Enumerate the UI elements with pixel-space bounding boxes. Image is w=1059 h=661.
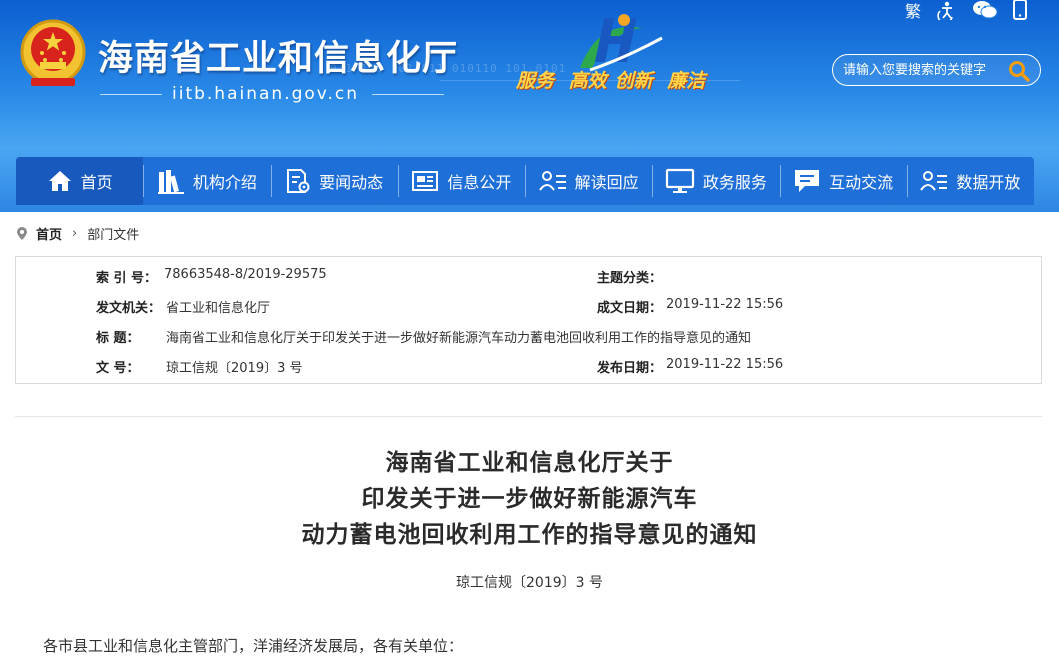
main-nav: 首页 机构介绍 要闻动态 信息公开 解读回应 政务服务 互动交流 数据开放 bbox=[16, 157, 1034, 205]
nav-label: 首页 bbox=[80, 173, 113, 192]
metadata-row: 索 引 号： 78663548-8/2019-29575 主题分类： bbox=[16, 267, 1041, 287]
mobile-icon[interactable] bbox=[1012, 0, 1028, 20]
chevron-right-icon: › bbox=[72, 226, 78, 241]
traditional-chinese-icon: 繁 bbox=[904, 2, 921, 21]
location-pin-icon bbox=[17, 227, 27, 240]
title-value: 海南省工业和信息化厅关于印发关于进一步做好新能源汽车动力蓄电池回收利用工作的指导… bbox=[166, 331, 752, 346]
nav-label: 互动交流 bbox=[829, 173, 894, 192]
published-date-label: 发布日期： bbox=[597, 361, 663, 376]
breadcrumb: 首页 › 部门文件 bbox=[16, 224, 139, 243]
document-number: 琼工信规〔2019〕3 号 bbox=[456, 575, 603, 591]
newspaper-icon bbox=[412, 171, 439, 191]
title-label: 标 题： bbox=[96, 331, 140, 346]
slogan-item: 创新 bbox=[614, 70, 653, 92]
nav-label: 要闻动态 bbox=[319, 173, 384, 192]
nav-item-services[interactable]: 政务服务 bbox=[652, 157, 779, 205]
document-title-line: 动力蓄电池回收利用工作的指导意见的通知 bbox=[301, 522, 758, 548]
wechat-icon[interactable] bbox=[972, 0, 998, 20]
nav-label: 解读回应 bbox=[574, 173, 639, 192]
metadata-row: 发文机关： 省工业和信息化厅 成文日期： 2019-11-22 15:56 bbox=[16, 297, 1041, 317]
chat-icon bbox=[795, 170, 820, 192]
document-metadata-box: 索 引 号： 78663548-8/2019-29575 主题分类： 发文机关：… bbox=[15, 256, 1042, 384]
nav-label: 信息公开 bbox=[447, 173, 512, 192]
traditional-chinese-button[interactable]: 繁 bbox=[902, 0, 924, 21]
document-gear-icon bbox=[287, 169, 310, 193]
books-icon bbox=[157, 170, 184, 194]
slogan-item: 服务 bbox=[516, 70, 555, 92]
site-header: 0 1 110 101 011 010110 101 0101 海南省工业和信息… bbox=[0, 0, 1059, 212]
nav-item-interaction[interactable]: 互动交流 bbox=[779, 157, 907, 205]
metadata-row: 标 题： 海南省工业和信息化厅关于印发关于进一步做好新能源汽车动力蓄电池回收利用… bbox=[16, 327, 1041, 347]
index-label: 索 引 号： bbox=[96, 271, 158, 286]
nav-label: 机构介绍 bbox=[192, 173, 257, 192]
document-title-line: 印发关于进一步做好新能源汽车 bbox=[361, 486, 698, 512]
slogan-item: 高效 bbox=[568, 70, 607, 92]
nav-label: 数据开放 bbox=[956, 173, 1021, 192]
doc-number-label: 文 号： bbox=[96, 361, 140, 376]
nav-item-interpretation[interactable]: 解读回应 bbox=[525, 157, 652, 205]
search-input[interactable] bbox=[843, 59, 1003, 81]
slogan: 服务 高效 创新 廉洁 bbox=[516, 66, 713, 93]
domain-right-line bbox=[372, 94, 444, 95]
created-date-label: 成文日期： bbox=[597, 301, 663, 316]
nav-item-home[interactable]: 首页 bbox=[16, 157, 144, 205]
nav-item-news[interactable]: 要闻动态 bbox=[270, 157, 398, 205]
user-list-icon bbox=[920, 171, 948, 191]
site-domain: iitb.hainan.gov.cn bbox=[172, 84, 360, 104]
document-title-line: 海南省工业和信息化厅关于 bbox=[385, 450, 674, 476]
issuer-label: 发文机关： bbox=[96, 301, 162, 316]
home-icon bbox=[48, 171, 71, 191]
slogan-item: 廉洁 bbox=[667, 70, 706, 92]
breadcrumb-home-link[interactable]: 首页 bbox=[36, 224, 62, 243]
created-date-value: 2019-11-22 15:56 bbox=[666, 297, 784, 312]
nav-item-open-data[interactable]: 数据开放 bbox=[906, 157, 1034, 205]
divider bbox=[15, 416, 1042, 417]
monitor-icon bbox=[665, 168, 694, 193]
national-emblem-icon bbox=[20, 19, 86, 86]
metadata-row: 文 号： 琼工信规〔2019〕3 号 发布日期： 2019-11-22 15:5… bbox=[16, 357, 1041, 377]
published-date-value: 2019-11-22 15:56 bbox=[666, 357, 784, 372]
user-list-icon bbox=[538, 171, 566, 191]
breadcrumb-current[interactable]: 部门文件 bbox=[87, 224, 139, 243]
site-title[interactable]: 海南省工业和信息化厅 bbox=[98, 30, 458, 81]
search-box[interactable] bbox=[832, 54, 1041, 86]
issuer-value: 省工业和信息化厅 bbox=[166, 301, 271, 316]
nav-item-disclosure[interactable]: 信息公开 bbox=[397, 157, 525, 205]
nav-label: 政务服务 bbox=[702, 173, 767, 192]
doc-number-value: 琼工信规〔2019〕3 号 bbox=[166, 361, 303, 376]
domain-left-line bbox=[100, 94, 162, 95]
index-value: 78663548-8/2019-29575 bbox=[164, 267, 327, 282]
accessibility-icon[interactable] bbox=[936, 0, 958, 20]
nav-item-about[interactable]: 机构介绍 bbox=[143, 157, 270, 205]
search-icon[interactable] bbox=[1008, 60, 1030, 82]
document-salutation: 各市县工业和信息化主管部门，洋浦经济发展局，各有关单位： bbox=[43, 637, 464, 655]
topic-label: 主题分类： bbox=[597, 271, 663, 286]
